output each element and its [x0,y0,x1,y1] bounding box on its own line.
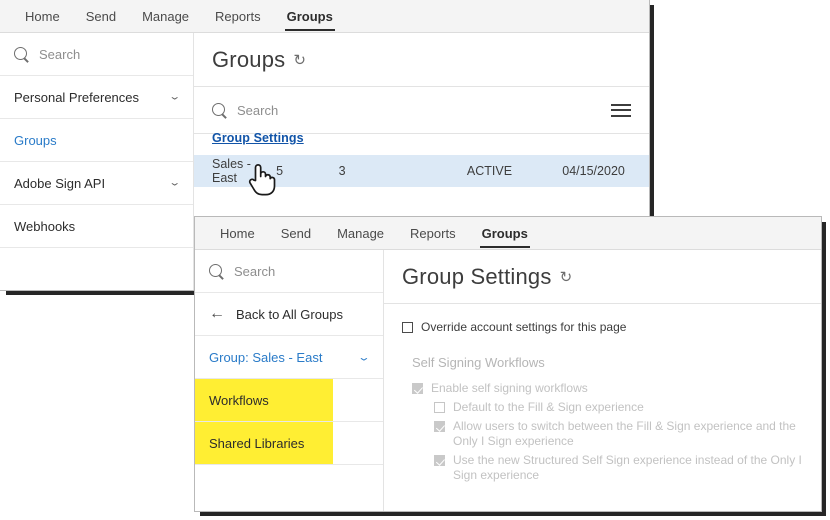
arrow-left-icon: ← [209,305,225,322]
sidebar-item-webhooks[interactable]: Webhooks [0,205,193,248]
chevron-down-icon: ⌄ [357,351,371,363]
search-icon [212,102,227,118]
settings-form: Override account settings for this page … [384,304,821,483]
option-label: Enable self signing workflows [431,381,588,395]
group-selector[interactable]: Group: Sales - East ⌄ [195,336,383,379]
nav-tab-reports[interactable]: Reports [202,10,274,32]
sidebar-item-shared-libraries[interactable]: Shared Libraries [195,422,383,465]
cell-status: ACTIVE [466,164,513,178]
page-title: Groups [212,47,286,72]
groups-table: Sales - East 5 3 ACTIVE 04/15/2020 [194,155,649,187]
option-allow-switch-experience[interactable]: Allow users to switch between the Fill &… [434,419,803,449]
refresh-icon[interactable]: ↻ [560,268,573,286]
checkbox-unchecked-icon[interactable] [434,402,445,413]
group-settings-page-header: Group Settings ↻ [384,250,821,304]
top-navigation-bar: Home Send Manage Reports Groups [195,217,821,250]
section-title-self-signing-workflows: Self Signing Workflows [412,355,545,370]
page-title: Group Settings [402,264,552,289]
screenshot-stage: Home Send Manage Reports Groups Search P… [0,0,830,520]
chevron-down-icon: ⌄ [168,91,181,102]
search-icon [209,263,224,279]
sidebar-item-adobe-sign-api[interactable]: Adobe Sign API ⌄ [0,162,193,205]
checkbox-checked-icon[interactable] [434,455,445,466]
refresh-icon[interactable]: ↻ [293,51,306,69]
nav-tab-groups[interactable]: Groups [274,10,346,32]
checkbox-checked-icon[interactable] [434,421,445,432]
group-settings-sidebar: Search ← Back to All Groups Group: Sales… [195,250,384,511]
nav-tab-groups[interactable]: Groups [469,227,541,249]
checkbox-checked-icon[interactable] [412,383,423,394]
option-label: Default to the Fill & Sign experience [453,400,644,414]
sidebar-item-label: Workflows [209,392,269,408]
groups-sidebar: Search Personal Preferences ⌄ Groups Ado… [0,33,194,290]
groups-page-header: Groups ↻ [194,33,649,87]
option-structured-self-sign[interactable]: Use the new Structured Self Sign experie… [434,453,803,483]
chevron-down-icon: ⌄ [168,177,181,188]
sidebar-search-placeholder: Search [39,46,81,62]
sidebar-item-label: Shared Libraries [209,435,305,451]
groups-search-placeholder: Search [237,102,279,118]
nav-tab-home[interactable]: Home [207,227,268,249]
group-settings-link[interactable]: Group Settings [212,131,304,145]
cell-users: 5 [276,164,284,178]
cell-agreements: 3 [338,164,346,178]
option-label: Allow users to switch between the Fill &… [453,419,796,448]
option-label: Use the new Structured Self Sign experie… [453,453,802,482]
nav-tab-send[interactable]: Send [268,227,324,249]
sidebar-item-personal-preferences[interactable]: Personal Preferences ⌄ [0,76,193,119]
top-navigation-bar: Home Send Manage Reports Groups [0,0,649,33]
nav-tab-send[interactable]: Send [73,10,129,32]
sidebar-item-label: Webhooks [14,218,76,234]
group-selector-label: Group: Sales - East [209,349,323,365]
sidebar-item-label: Groups [14,132,57,148]
sidebar-item-groups[interactable]: Groups [0,119,193,162]
sidebar-search-placeholder: Search [234,263,276,279]
back-label: Back to All Groups [236,306,343,322]
search-icon [14,46,29,62]
hamburger-icon[interactable] [611,100,631,120]
nav-tab-manage[interactable]: Manage [324,227,397,249]
sidebar-item-label: Adobe Sign API [14,175,106,191]
option-default-fill-and-sign[interactable]: Default to the Fill & Sign experience [434,400,803,415]
nav-tab-manage[interactable]: Manage [129,10,202,32]
option-enable-self-signing[interactable]: Enable self signing workflows [412,381,803,396]
back-to-all-groups[interactable]: ← Back to All Groups [195,293,383,336]
cell-created-date: 04/15/2020 [562,164,625,178]
group-settings-body: Search ← Back to All Groups Group: Sales… [195,250,821,511]
sidebar-item-label: Personal Preferences [14,89,140,105]
nav-tab-reports[interactable]: Reports [397,227,469,249]
sidebar-search-row[interactable]: Search [195,250,383,293]
group-settings-main: Group Settings ↻ Override account settin… [384,250,821,511]
sidebar-search-row[interactable]: Search [0,33,193,76]
groups-search-bar[interactable]: Search [194,87,649,134]
table-row[interactable]: Sales - East 5 3 ACTIVE 04/15/2020 [194,155,649,187]
override-account-settings-label: Override account settings for this page [421,320,627,334]
sidebar-item-workflows[interactable]: Workflows [195,379,383,422]
group-settings-window: Home Send Manage Reports Groups Search ←… [194,216,822,512]
nav-tab-home[interactable]: Home [12,10,73,32]
checkbox-unchecked-icon[interactable] [402,322,413,333]
cell-group-name: Sales - East [212,157,251,185]
override-account-settings-row[interactable]: Override account settings for this page [402,320,803,335]
